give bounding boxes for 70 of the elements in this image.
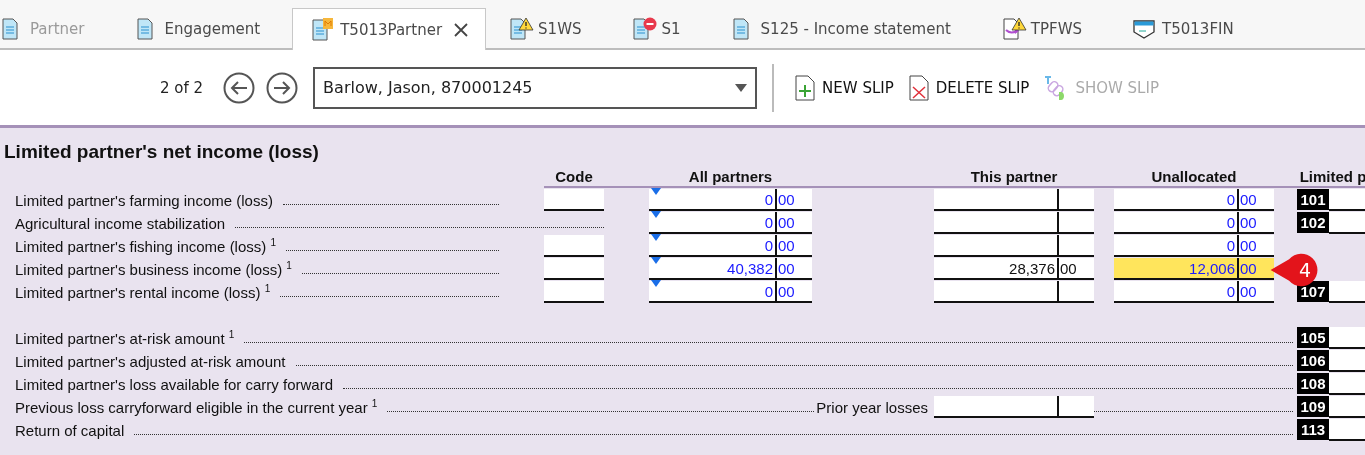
amount-field[interactable]: 0 00 bbox=[649, 189, 812, 211]
delete-document-icon bbox=[907, 74, 930, 101]
code-field[interactable] bbox=[544, 258, 604, 280]
box-number: 101 bbox=[1297, 189, 1329, 210]
document-arrow-icon bbox=[1000, 16, 1027, 41]
column-header: Unallocated bbox=[1150, 168, 1238, 187]
amount-field[interactable]: 0 00 bbox=[1114, 189, 1274, 211]
box-number: 105 bbox=[1297, 327, 1329, 348]
document-icon bbox=[508, 16, 535, 41]
prior-year-label: Prior year losses bbox=[816, 399, 928, 416]
row-label: Limited partner's farming income (loss) bbox=[15, 192, 273, 209]
amount-field[interactable]: 12,006 00 bbox=[1114, 258, 1274, 280]
row-label: Previous loss carryforward eligible in the current year $^{1}$ bbox=[15, 398, 378, 416]
amount-field[interactable]: 28,376 00 bbox=[934, 258, 1094, 280]
slip-counter: 2 of 2 bbox=[160, 78, 204, 97]
amount-field[interactable]: 0 00 bbox=[649, 235, 812, 257]
tab[interactable]: S1 bbox=[613, 8, 699, 48]
code-field[interactable] bbox=[544, 281, 604, 303]
amount-field[interactable] bbox=[1329, 327, 1365, 349]
amount-field[interactable] bbox=[1329, 373, 1365, 395]
row-label: Limited partner's rental income (loss) $^{1}$ bbox=[15, 283, 271, 301]
close-icon[interactable] bbox=[454, 22, 469, 37]
slip-button[interactable]: DELETE SLIP bbox=[907, 74, 1030, 101]
amount-field[interactable] bbox=[1329, 212, 1365, 234]
amount-field[interactable]: 0 00 bbox=[1114, 281, 1274, 303]
document-icon bbox=[631, 16, 658, 41]
tab[interactable]: TPFWS bbox=[982, 8, 1101, 48]
amount-field[interactable] bbox=[1329, 350, 1365, 372]
amount-field[interactable] bbox=[1329, 281, 1365, 303]
section-title: Limited partner's net income (loss) bbox=[4, 141, 320, 164]
slip-button[interactable]: NEW SLIP bbox=[794, 74, 894, 101]
box-number: 109 bbox=[1297, 396, 1329, 417]
row-label: Limited partner's business income (loss) $^{1}$ bbox=[15, 260, 292, 278]
amount-field[interactable]: 0 00 bbox=[1114, 212, 1274, 234]
amount-field[interactable] bbox=[934, 281, 1094, 303]
amount-field[interactable] bbox=[934, 212, 1094, 234]
row-label: Return of capital bbox=[15, 422, 125, 439]
row-label: Limited partner's loss available for carry forward bbox=[15, 376, 333, 393]
amount-field[interactable] bbox=[1329, 189, 1365, 211]
amount-field[interactable]: 0 00 bbox=[649, 212, 812, 234]
amount-field[interactable]: 40,382 00 bbox=[649, 258, 812, 280]
box-number: 102 bbox=[1297, 212, 1329, 233]
box-number: 113 bbox=[1297, 419, 1329, 440]
tab[interactable]: Engagement bbox=[116, 8, 279, 48]
amount-field[interactable]: 0 00 bbox=[649, 281, 812, 303]
amount-field[interactable]: 0 00 bbox=[1114, 235, 1274, 257]
caret-icon bbox=[735, 83, 748, 92]
partner-dropdown[interactable]: Barlow, Jason, 870001245 bbox=[313, 66, 758, 109]
tab[interactable]: S1WS bbox=[490, 8, 600, 48]
row-label: Limited partner's at-risk amount $^{1}$ bbox=[15, 329, 235, 347]
amount-field[interactable] bbox=[1329, 419, 1365, 441]
row-label: Limited partner's adjusted at-risk amount bbox=[15, 353, 286, 370]
tab[interactable]: S125 - Income statement bbox=[712, 8, 969, 48]
box-number: 106 bbox=[1297, 350, 1329, 371]
row-label: Agricultural income stabilization bbox=[15, 215, 226, 232]
code-field[interactable] bbox=[544, 189, 604, 211]
column-header: Code bbox=[554, 168, 594, 187]
column-header: All partners bbox=[687, 168, 774, 187]
amount-field[interactable] bbox=[934, 235, 1094, 257]
tab[interactable]: T5013Partner bbox=[292, 8, 487, 50]
amount-field[interactable] bbox=[934, 396, 1094, 418]
code-field[interactable] bbox=[544, 235, 604, 257]
add-document-icon bbox=[794, 74, 817, 101]
column-header: This partner bbox=[969, 168, 1059, 187]
amount-field[interactable] bbox=[1329, 396, 1365, 418]
tab[interactable]: T5013FIN bbox=[1114, 8, 1252, 48]
box-number: 108 bbox=[1297, 373, 1329, 394]
row-label: Limited partner's fishing income (loss) $^{1}$ bbox=[15, 237, 277, 255]
amount-field[interactable] bbox=[934, 189, 1094, 211]
column-header: Limited p bbox=[1298, 168, 1365, 187]
